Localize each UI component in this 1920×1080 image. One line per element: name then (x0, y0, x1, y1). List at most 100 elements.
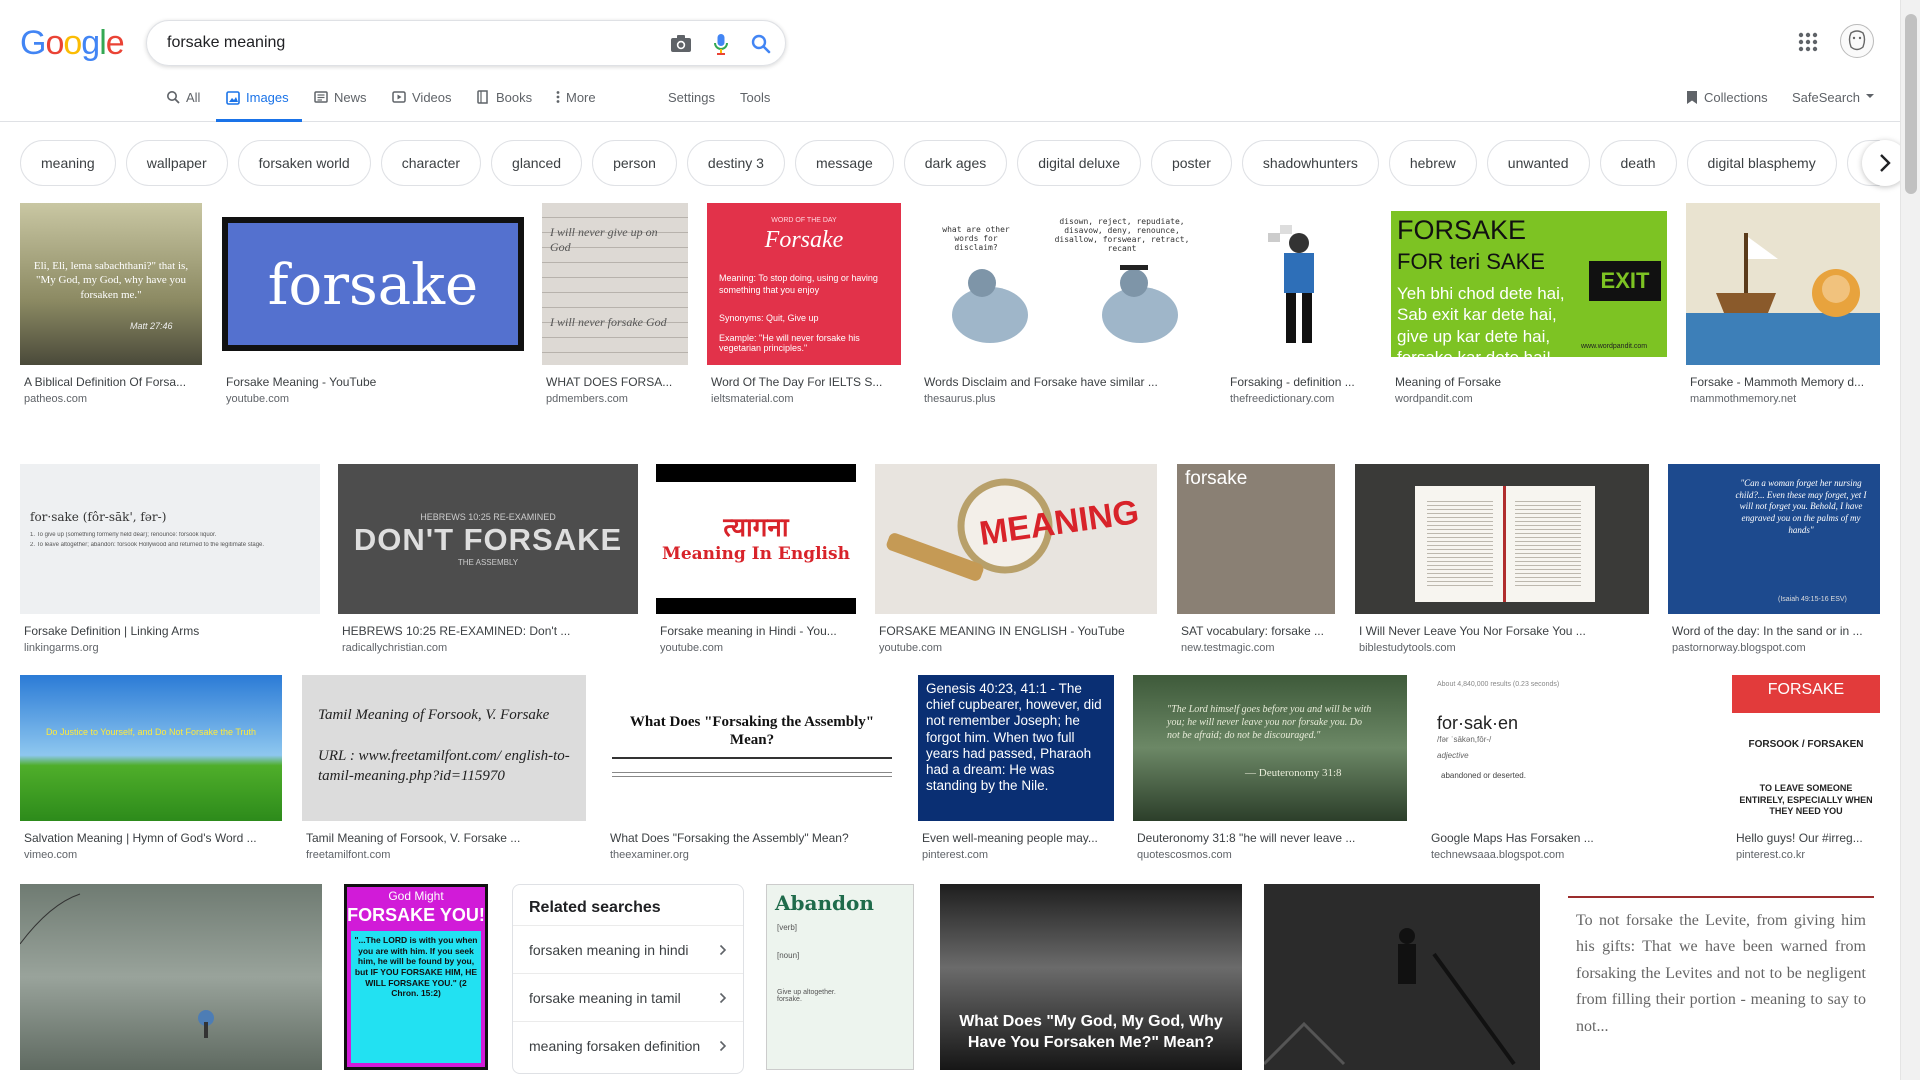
image-thumbnail[interactable]: I will never give up on God I will never … (542, 203, 688, 365)
microphone-icon[interactable] (709, 32, 733, 56)
image-caption[interactable]: Google Maps Has Forsaken ... (1427, 831, 1713, 845)
chip-message[interactable]: message (794, 140, 894, 186)
image-result[interactable]: About 4,840,000 results (0.23 seconds) fo… (1427, 675, 1713, 861)
image-thumbnail[interactable]: Tamil Meaning of Forsook, V. Forsake URL … (302, 675, 586, 821)
avatar[interactable] (1840, 24, 1874, 58)
tab-all[interactable]: All (166, 84, 200, 122)
image-caption[interactable]: Forsake meaning in Hindi - You... (656, 624, 856, 638)
image-thumbnail[interactable]: Abandon [verb] [noun] Give up altogether. f… (766, 884, 914, 1070)
tab-news[interactable]: News (314, 84, 367, 122)
image-caption[interactable]: Salvation Meaning | Hymn of God's Word .… (20, 831, 282, 845)
image-thumbnail[interactable]: forsake (222, 203, 524, 365)
related-search-item[interactable]: forsake meaning in tamil (513, 973, 743, 1021)
image-thumbnail[interactable]: forsake (1177, 464, 1335, 614)
image-result[interactable]: forsake Forsake Meaning - YouTube youtube.… (222, 203, 524, 405)
image-result[interactable]: for·sake (fôr-sāk', fər-) 1. To give up (… (20, 464, 320, 654)
image-result[interactable]: FORSAKE FORSOOK / FORSAKEN TO LEAVE SOMEON… (1732, 675, 1880, 861)
chip-shadowhunters[interactable]: shadowhunters (1241, 140, 1379, 186)
image-thumbnail[interactable]: "The Lord himself goes before you and wi… (1133, 675, 1407, 821)
image-result[interactable]: Genesis 40:23, 41:1 - The chief cupbeare… (918, 675, 1114, 861)
page-scrollbar[interactable] (1900, 0, 1920, 1080)
tab-books[interactable]: Books (476, 84, 532, 122)
image-caption[interactable]: Deuteronomy 31:8 "he will never leave ..… (1133, 831, 1407, 845)
chip-destiny-3[interactable]: destiny 3 (686, 140, 785, 186)
image-result[interactable]: Tamil Meaning of Forsook, V. Forsake URL … (302, 675, 586, 861)
image-result[interactable]: I will never give up on God I will never … (542, 203, 688, 405)
tools-link[interactable]: Tools (740, 84, 770, 122)
image-caption[interactable]: WHAT DOES FORSA... (542, 375, 688, 389)
image-thumbnail[interactable]: FORSAKE FORSOOK / FORSAKEN TO LEAVE SOMEON… (1732, 675, 1880, 821)
image-caption[interactable]: A Biblical Definition Of Forsa... (20, 375, 202, 389)
image-result[interactable]: What Does "Forsaking the Assembly" Mean?… (606, 675, 898, 861)
image-caption[interactable]: Forsake Definition | Linking Arms (20, 624, 320, 638)
related-search-item[interactable]: meaning forsaken definition (513, 1021, 743, 1069)
chip-unwanted[interactable]: unwanted (1486, 140, 1590, 186)
chip-dark-ages[interactable]: dark ages (903, 140, 1008, 186)
image-thumbnail[interactable]: for·sake (fôr-sāk', fər-) 1. To give up (… (20, 464, 320, 614)
image-thumbnail[interactable]: Eli, Eli, lema sabachthani?" that is, "M… (20, 203, 202, 365)
image-caption[interactable]: Hello guys! Our #irreg... (1732, 831, 1880, 845)
chip-meaning[interactable]: meaning (20, 140, 116, 186)
image-result[interactable]: "Can a woman forget her nursing child?..… (1668, 464, 1880, 654)
image-result[interactable]: HEBREWS 10:25 RE-EXAMINED DON'T FORSAKE TH… (338, 464, 638, 654)
image-thumbnail[interactable] (20, 884, 322, 1070)
image-caption[interactable]: FORSAKE MEANING IN ENGLISH - YouTube (875, 624, 1157, 638)
image-thumbnail[interactable]: What Does "Forsaking the Assembly" Mean? (606, 675, 898, 821)
related-search-item[interactable]: forsaken meaning in hindi (513, 925, 743, 973)
apps-grid-icon[interactable] (1796, 30, 1820, 54)
image-thumbnail[interactable] (1355, 464, 1649, 614)
image-result[interactable]: Forsake - Mammoth Memory d... mammothmemo… (1686, 203, 1880, 405)
chip-digital-deluxe[interactable]: digital deluxe (1017, 140, 1141, 186)
image-caption[interactable]: Forsake - Mammoth Memory d... (1686, 375, 1880, 389)
image-thumbnail[interactable]: "Can a woman forget her nursing child?..… (1668, 464, 1880, 614)
image-result[interactable]: FORSAKE FOR teri SAKE Yeh bhi chod dete ha… (1391, 203, 1667, 405)
tab-more[interactable]: More (556, 84, 596, 122)
settings-link[interactable]: Settings (668, 84, 715, 122)
image-caption[interactable]: SAT vocabulary: forsake ... (1177, 624, 1335, 638)
tab-videos[interactable]: Videos (392, 84, 452, 122)
image-caption[interactable]: Forsake Meaning - YouTube (222, 375, 524, 389)
image-result[interactable]: God Might FORSAKE YOU! "...The LORD is wit… (344, 884, 488, 1070)
image-thumbnail[interactable]: HEBREWS 10:25 RE-EXAMINED DON'T FORSAKE TH… (338, 464, 638, 614)
image-caption[interactable]: Tamil Meaning of Forsook, V. Forsake ... (302, 831, 586, 845)
image-caption[interactable]: Meaning of Forsake (1391, 375, 1667, 389)
image-caption[interactable]: What Does "Forsaking the Assembly" Mean? (606, 831, 898, 845)
chip-glanced[interactable]: glanced (491, 140, 583, 186)
image-result[interactable]: what are other words for disclaim? disown… (920, 203, 1206, 405)
image-caption[interactable]: HEBREWS 10:25 RE-EXAMINED: Don't ... (338, 624, 638, 638)
search-icon[interactable] (749, 32, 773, 56)
image-result[interactable] (20, 884, 322, 1070)
image-caption[interactable]: Forsaking - definition ... (1226, 375, 1372, 389)
image-caption[interactable]: Word of the day: In the sand or in ... (1668, 624, 1880, 638)
image-result[interactable]: What Does "My God, My God, Why Have You … (940, 884, 1242, 1070)
safesearch-dropdown[interactable]: SafeSearch (1792, 84, 1874, 122)
chip-person[interactable]: person (592, 140, 677, 186)
image-thumbnail[interactable]: About 4,840,000 results (0.23 seconds) fo… (1427, 675, 1713, 821)
collections-link[interactable]: Collections (1686, 84, 1768, 122)
image-result[interactable]: Abandon [verb] [noun] Give up altogether. f… (766, 884, 914, 1070)
scroll-thumb[interactable] (1905, 14, 1917, 194)
image-thumbnail[interactable]: MEANING (875, 464, 1157, 614)
chip-forsaken-world[interactable]: forsaken world (237, 140, 371, 186)
chip-character[interactable]: character (380, 140, 482, 186)
image-caption[interactable]: I Will Never Leave You Nor Forsake You .… (1355, 624, 1649, 638)
camera-icon[interactable] (669, 32, 693, 56)
image-result[interactable] (1264, 884, 1540, 1070)
image-thumbnail[interactable]: त्यागना Meaning In English (656, 464, 856, 614)
image-caption[interactable]: Words Disclaim and Forsake have similar … (920, 375, 1206, 389)
image-thumbnail[interactable]: WORD OF THE DAY Forsake Meaning: To stop d… (707, 203, 901, 365)
image-thumbnail[interactable] (1686, 203, 1880, 365)
image-result[interactable]: WORD OF THE DAY Forsake Meaning: To stop d… (707, 203, 901, 405)
image-result[interactable]: Do Justice to Yourself, and Do Not Forsa… (20, 675, 282, 861)
search-box[interactable] (146, 20, 786, 66)
image-result[interactable]: MEANING FORSAKE MEANING IN ENGLISH - YouT… (875, 464, 1157, 654)
image-thumbnail[interactable]: To not forsake the Levite, from giving h… (1562, 884, 1880, 1070)
image-result[interactable]: Eli, Eli, lema sabachthani?" that is, "M… (20, 203, 202, 405)
chip-wallpaper[interactable]: wallpaper (125, 140, 228, 186)
google-logo[interactable]: Google (20, 24, 125, 63)
chip-poster[interactable]: poster (1150, 140, 1232, 186)
chip-death[interactable]: death (1599, 140, 1677, 186)
chip-hebrew[interactable]: hebrew (1388, 140, 1477, 186)
image-result[interactable]: I Will Never Leave You Nor Forsake You .… (1355, 464, 1649, 654)
image-result[interactable]: To not forsake the Levite, from giving h… (1562, 884, 1880, 1070)
